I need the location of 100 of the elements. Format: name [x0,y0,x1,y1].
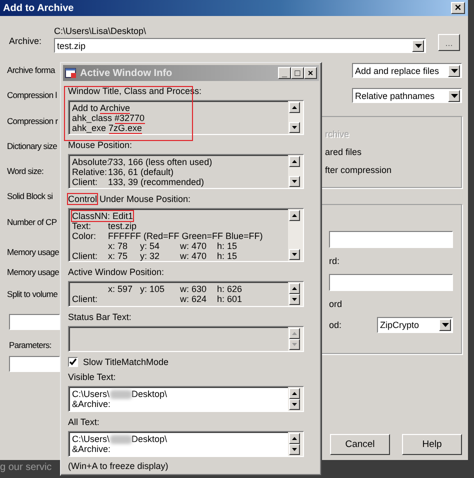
info-value: FFFFFF (Red=FF Green=FF Blue=FF) [108,231,264,241]
dialog-button[interactable]: Cancel [330,434,390,455]
option-label[interactable]: ared files [325,147,362,157]
window-title: Add to Archive [3,2,74,14]
scroll-down-icon[interactable] [289,294,300,305]
section-heading: Status Bar Text: [68,312,132,322]
info-value: w: 630 [180,284,208,294]
info-label: Color: [72,231,98,241]
info-value: x: 597 [108,284,134,294]
info-value: h: 15 [217,241,238,251]
archive-label: Archive: [8,36,43,46]
path-mode-combo[interactable]: Relative pathnames [352,88,462,103]
scroll-down-icon[interactable] [289,249,300,260]
scrollbar[interactable] [288,155,303,188]
section-heading: All Text: [68,417,100,427]
scroll-up-icon[interactable] [289,156,300,167]
field-label: Dictionary size [6,140,58,153]
info-value: 136, 61 (default) [108,167,175,177]
info-label: Client: [72,294,99,304]
section-heading: Control [68,194,98,204]
scroll-up-icon[interactable] [289,210,300,221]
field-label: Memory usage [6,247,60,260]
scrollbar[interactable] [288,101,303,134]
field-label: Compression r [6,116,58,128]
scrollbar[interactable] [288,327,303,351]
section-heading: Mouse Position: [68,140,132,150]
info-value: h: 601 [217,294,244,304]
scroll-down-icon[interactable] [289,122,300,133]
scroll-up-icon[interactable] [289,102,300,113]
info-text: Desktop\ [132,389,168,399]
info-line: Add to Archive [72,103,130,114]
method-combo[interactable]: ZipCrypto [377,317,453,333]
info-value: 133, 39 (recommended) [108,177,206,187]
info-value: 733, 166 (less often used) [108,157,214,167]
scroll-up-icon[interactable] [289,328,300,339]
password-field[interactable] [329,274,453,291]
info-value: y: 32 [140,251,161,261]
close-button[interactable]: × [304,67,317,79]
info-value: w: 470 [180,251,208,261]
checkbox[interactable] [68,356,78,366]
window-title: Active Window Info [80,68,174,78]
field-label: Archive forma [6,65,55,77]
input-field[interactable] [9,314,60,330]
field-label: Solid Block si [6,191,53,204]
minimize-button[interactable]: _ [278,67,291,79]
info-value: w: 624 [180,294,208,304]
field-label: od: [329,320,342,330]
maximize-button[interactable]: □ [291,67,304,79]
dialog-button[interactable]: Help [402,434,462,455]
archive-combo[interactable]: test.zip [54,38,426,53]
input-field[interactable] [9,356,60,372]
info-value: test.zip [108,221,138,231]
field-label: Compression l [6,90,57,102]
section-heading: Under Mouse Position: [98,194,191,204]
close-button[interactable]: × [451,2,465,14]
section-heading: Active Window Position: [68,267,164,277]
info-value: w: 470 [180,241,208,251]
info-text: Desktop\ [132,434,168,444]
info-text: &Archive: [72,444,111,454]
field-label: Number of CP [6,216,57,229]
scrollbar[interactable] [288,282,303,306]
info-value: y: 105 [140,284,166,294]
scroll-down-icon[interactable] [289,399,300,410]
info-line: ahk_exe 7zG.exe [72,123,142,134]
password-field[interactable] [329,231,453,248]
info-label: Absolute: [72,157,108,167]
scroll-down-icon[interactable] [289,339,300,350]
info-value: x: 78 [108,241,129,251]
scroll-up-icon[interactable] [289,433,300,444]
app-icon [65,67,77,79]
scrollbar[interactable] [288,432,303,456]
info-text: C:\Users\ [72,389,110,399]
scroll-up-icon[interactable] [289,388,300,399]
redaction-blur [110,434,132,444]
option-label[interactable]: fter compression [325,165,392,175]
info-line: ahk_class #32770 [72,113,145,124]
info-text: &Archive: [72,399,111,409]
checkbox-label[interactable]: Slow TitleMatchMode [83,356,169,366]
info-label: Text: [72,221,92,231]
update-mode-combo[interactable]: Add and replace files [352,63,462,78]
parameters-label: Parameters: [9,340,52,350]
info-label: Client: [72,177,99,187]
archive-path: C:\Users\Lisa\Desktop\ [54,26,148,36]
info-value: x: 75 [108,251,129,261]
section-heading: Visible Text: [68,372,116,382]
scroll-down-icon[interactable] [289,176,300,187]
info-value: y: 54 [140,241,161,251]
scrollbar[interactable] [288,387,303,411]
scroll-up-icon[interactable] [289,283,300,294]
info-text: C:\Users\ [72,434,110,444]
info-line: ClassNN: Edit1 [72,211,134,221]
info-value: h: 626 [217,284,244,294]
field-label: Split to volume [6,289,58,302]
scroll-down-icon[interactable] [289,444,300,455]
field-label: ord [328,299,344,309]
field-label: Word size: [6,166,44,178]
info-label: Client: [72,251,99,261]
browse-button[interactable]: ... [438,34,460,51]
background-text: g our servic [0,462,52,473]
scrollbar[interactable] [288,209,303,261]
